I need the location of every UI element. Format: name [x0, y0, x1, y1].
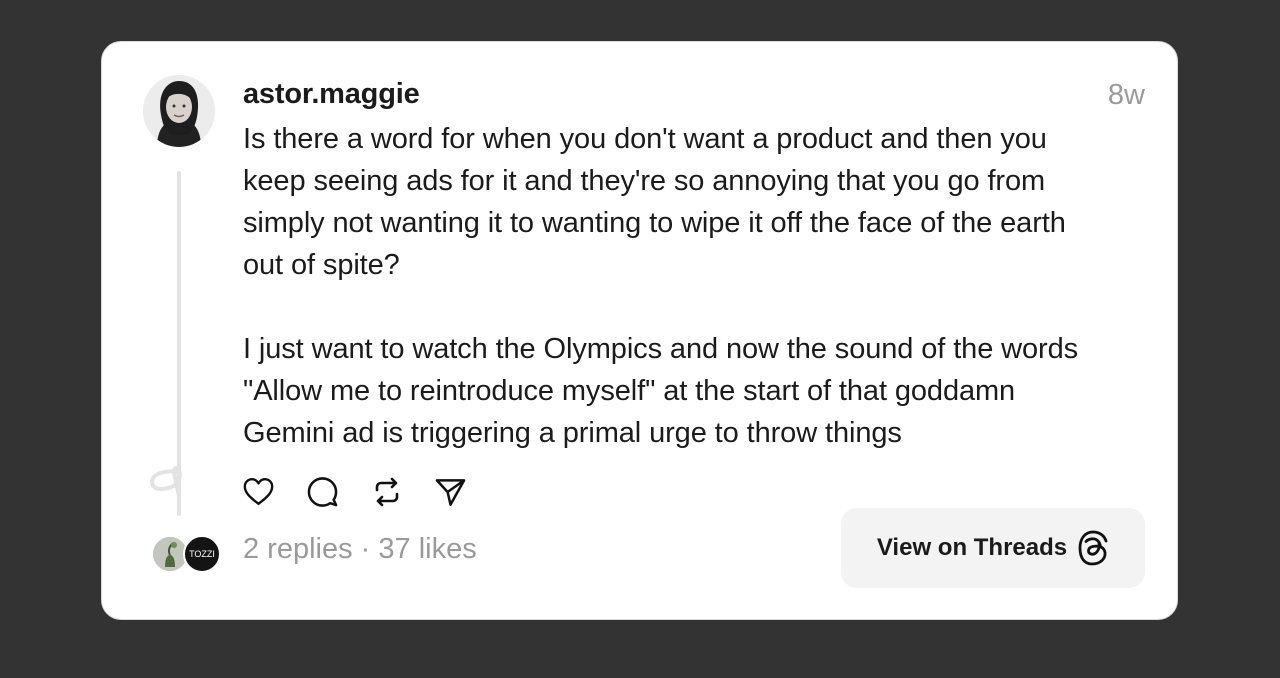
comment-icon — [307, 476, 338, 507]
post-actions — [243, 476, 466, 510]
heart-icon — [243, 477, 274, 505]
author-avatar[interactable] — [143, 75, 215, 147]
send-icon — [435, 478, 466, 506]
author-username[interactable]: astor.maggie — [243, 78, 420, 111]
post-stats[interactable]: 2 replies · 37 likes — [243, 533, 477, 566]
like-button[interactable] — [243, 476, 274, 507]
share-button[interactable] — [435, 476, 466, 507]
plant-avatar-image — [153, 537, 187, 571]
reply-button[interactable] — [307, 476, 338, 507]
repost-icon — [375, 477, 398, 506]
post-timestamp: 8w — [1107, 79, 1145, 111]
view-on-threads-button[interactable]: View on Threads — [841, 508, 1145, 588]
reply-avatar-text: TOZZI — [189, 549, 215, 559]
view-on-threads-label: View on Threads — [876, 534, 1068, 561]
reply-avatars: TOZZI — [151, 535, 223, 573]
reply-avatar: TOZZI — [183, 535, 221, 573]
threads-logo-icon — [1078, 530, 1108, 566]
thread-loop-icon — [149, 465, 182, 498]
repost-button[interactable] — [371, 476, 402, 507]
author-photo — [143, 75, 215, 147]
post-text: Is there a word for when you don't want … — [243, 123, 1079, 449]
threads-post-card: astor.maggie 8w Is there a word for when… — [101, 41, 1178, 620]
